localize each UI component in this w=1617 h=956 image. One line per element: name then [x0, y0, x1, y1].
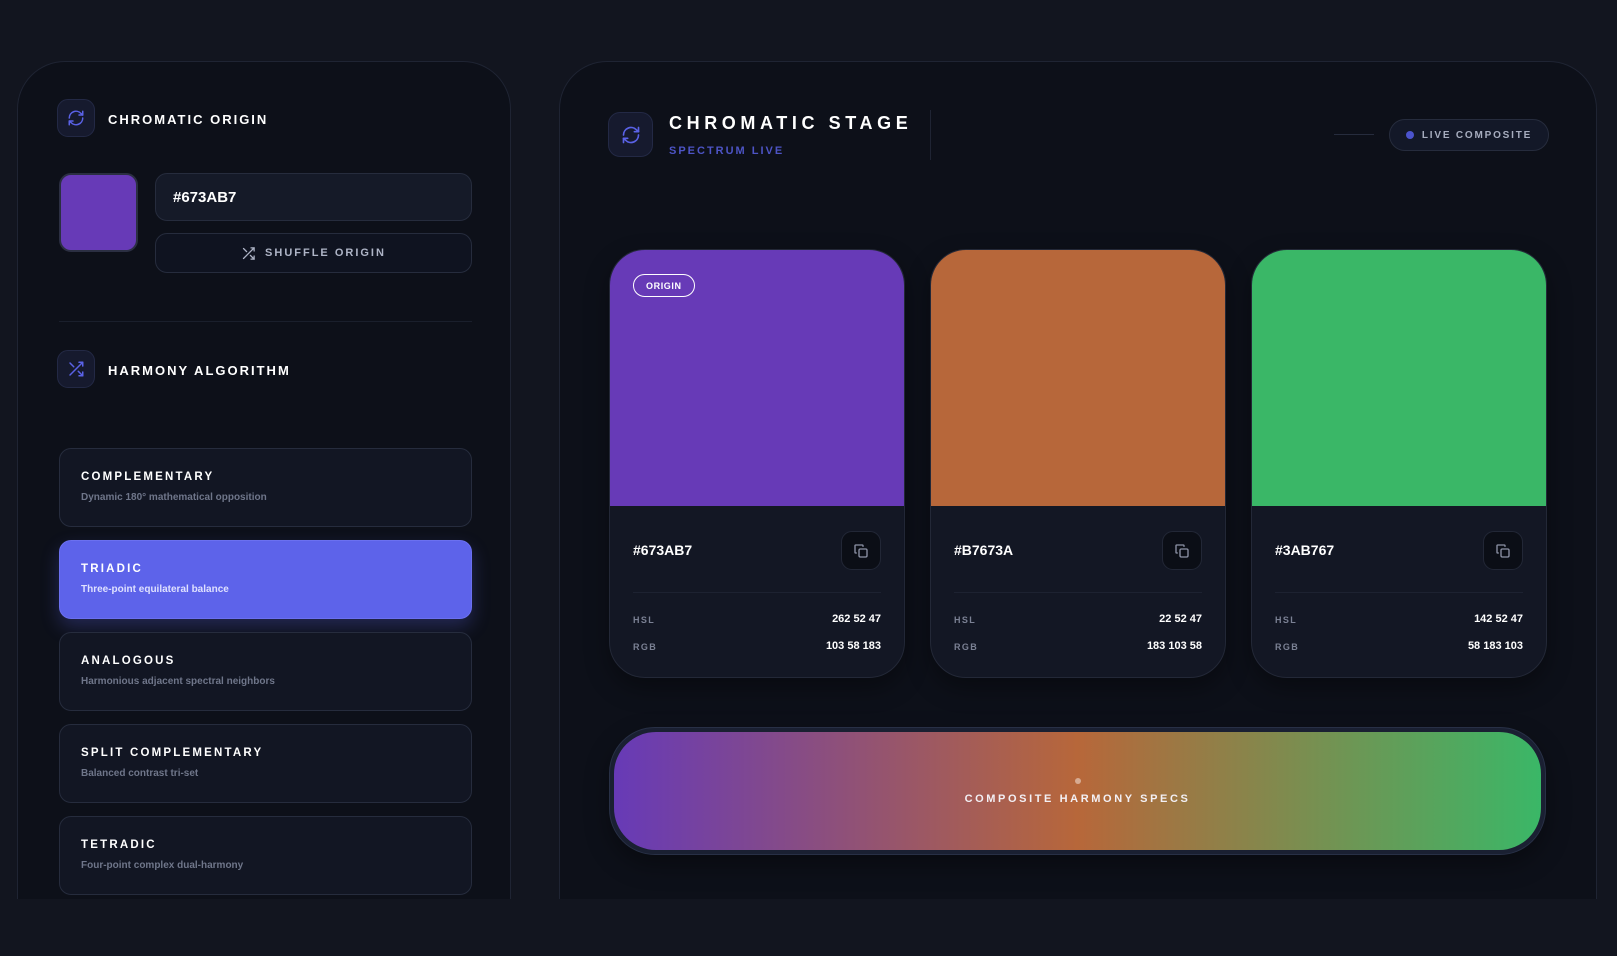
- stage-title: CHROMATIC STAGE: [669, 113, 913, 133]
- color-card-swatch[interactable]: [1252, 250, 1546, 506]
- stage-icon-box: [608, 112, 653, 157]
- copy-hex-button[interactable]: [1162, 531, 1202, 570]
- sidebar-panel: CHROMATIC ORIGIN SHUFFLE ORIGIN HARMONY …: [17, 61, 511, 899]
- shuffle-origin-label: SHUFFLE ORIGIN: [265, 247, 386, 259]
- stage-subtitle: SPECTRUM LIVE: [669, 145, 785, 157]
- algorithm-name: SPLIT COMPLEMENTARY: [81, 747, 264, 759]
- rgb-label: RGB: [954, 642, 979, 652]
- color-card: #3AB767 HSL 142 52 47 RGB 58 183 103: [1251, 249, 1547, 678]
- algorithm-description: Balanced contrast tri-set: [81, 768, 199, 779]
- shuffle-icon: [242, 246, 255, 260]
- color-card-hex: #B7673A: [954, 542, 1014, 558]
- color-card: ORIGIN #673AB7 HSL 262 52 47 RGB 103 58 …: [609, 249, 905, 678]
- card-divider: [954, 592, 1202, 593]
- origin-hex-input[interactable]: [155, 173, 472, 221]
- origin-color-swatch[interactable]: [59, 173, 138, 252]
- algorithm-name: ANALOGOUS: [81, 655, 176, 667]
- hsl-label: HSL: [1275, 615, 1298, 625]
- algorithm-option-analogous[interactable]: ANALOGOUS Harmonious adjacent spectral n…: [59, 632, 472, 711]
- origin-tag: ORIGIN: [633, 274, 695, 297]
- composite-label: COMPOSITE HARMONY SPECS: [964, 792, 1191, 805]
- harmony-algorithm-list: COMPLEMENTARY Dynamic 180° mathematical …: [59, 448, 472, 908]
- harmony-icon-box: [57, 350, 95, 388]
- algorithm-option-split-complementary[interactable]: SPLIT COMPLEMENTARY Balanced contrast tr…: [59, 724, 472, 803]
- copy-hex-button[interactable]: [1483, 531, 1523, 570]
- section-divider: [59, 321, 472, 322]
- refresh-icon: [622, 126, 639, 143]
- harmony-section-title: HARMONY ALGORITHM: [108, 363, 291, 378]
- origin-section-title: CHROMATIC ORIGIN: [108, 112, 269, 127]
- algorithm-description: Three-point equilateral balance: [81, 584, 229, 595]
- stage-panel: CHROMATIC STAGE SPECTRUM LIVE LIVE COMPO…: [559, 61, 1597, 899]
- refresh-icon: [68, 110, 84, 126]
- copy-hex-button[interactable]: [841, 531, 881, 570]
- shuffle-icon: [69, 361, 84, 377]
- color-card-hex: #673AB7: [633, 542, 693, 558]
- hsl-value: 262 52 47: [832, 613, 881, 625]
- composite-harmony-bar: COMPOSITE HARMONY SPECS: [609, 727, 1546, 855]
- live-composite-label: LIVE COMPOSITE: [1421, 129, 1533, 141]
- algorithm-name: COMPLEMENTARY: [81, 471, 215, 483]
- hsl-value: 22 52 47: [1159, 613, 1202, 625]
- color-card-swatch[interactable]: ORIGIN: [610, 250, 904, 506]
- header-line: [1334, 134, 1374, 135]
- algorithm-description: Four-point complex dual-harmony: [81, 860, 244, 871]
- algorithm-name: TRIADIC: [81, 563, 144, 575]
- algorithm-name: TETRADIC: [81, 839, 157, 851]
- live-composite-badge: LIVE COMPOSITE: [1389, 119, 1549, 151]
- composite-indicator-dot: [1074, 777, 1081, 784]
- color-card: #B7673A HSL 22 52 47 RGB 183 103 58: [930, 249, 1226, 678]
- hsl-value: 142 52 47: [1474, 613, 1523, 625]
- algorithm-description: Harmonious adjacent spectral neighbors: [81, 676, 275, 687]
- algorithm-option-tetradic[interactable]: TETRADIC Four-point complex dual-harmony: [59, 816, 472, 895]
- header-divider: [930, 110, 931, 160]
- copy-icon: [1175, 543, 1189, 558]
- shuffle-origin-button[interactable]: SHUFFLE ORIGIN: [155, 233, 472, 273]
- color-card-swatch[interactable]: [931, 250, 1225, 506]
- hsl-label: HSL: [954, 615, 977, 625]
- rgb-value: 58 183 103: [1467, 640, 1523, 652]
- composite-gradient: COMPOSITE HARMONY SPECS: [614, 732, 1541, 850]
- rgb-label: RGB: [1275, 642, 1300, 652]
- origin-icon-box: [57, 99, 95, 137]
- rgb-label: RGB: [633, 642, 658, 652]
- color-card-hex: #3AB767: [1275, 542, 1335, 558]
- card-divider: [633, 592, 881, 593]
- card-divider: [1275, 592, 1523, 593]
- copy-icon: [854, 543, 868, 558]
- algorithm-option-complementary[interactable]: COMPLEMENTARY Dynamic 180° mathematical …: [59, 448, 472, 527]
- algorithm-option-triadic[interactable]: TRIADIC Three-point equilateral balance: [59, 540, 472, 619]
- rgb-value: 183 103 58: [1146, 640, 1202, 652]
- hsl-label: HSL: [633, 615, 656, 625]
- rgb-value: 103 58 183: [825, 640, 881, 652]
- algorithm-description: Dynamic 180° mathematical opposition: [81, 492, 267, 503]
- live-status-dot: [1405, 131, 1414, 139]
- copy-icon: [1496, 543, 1510, 558]
